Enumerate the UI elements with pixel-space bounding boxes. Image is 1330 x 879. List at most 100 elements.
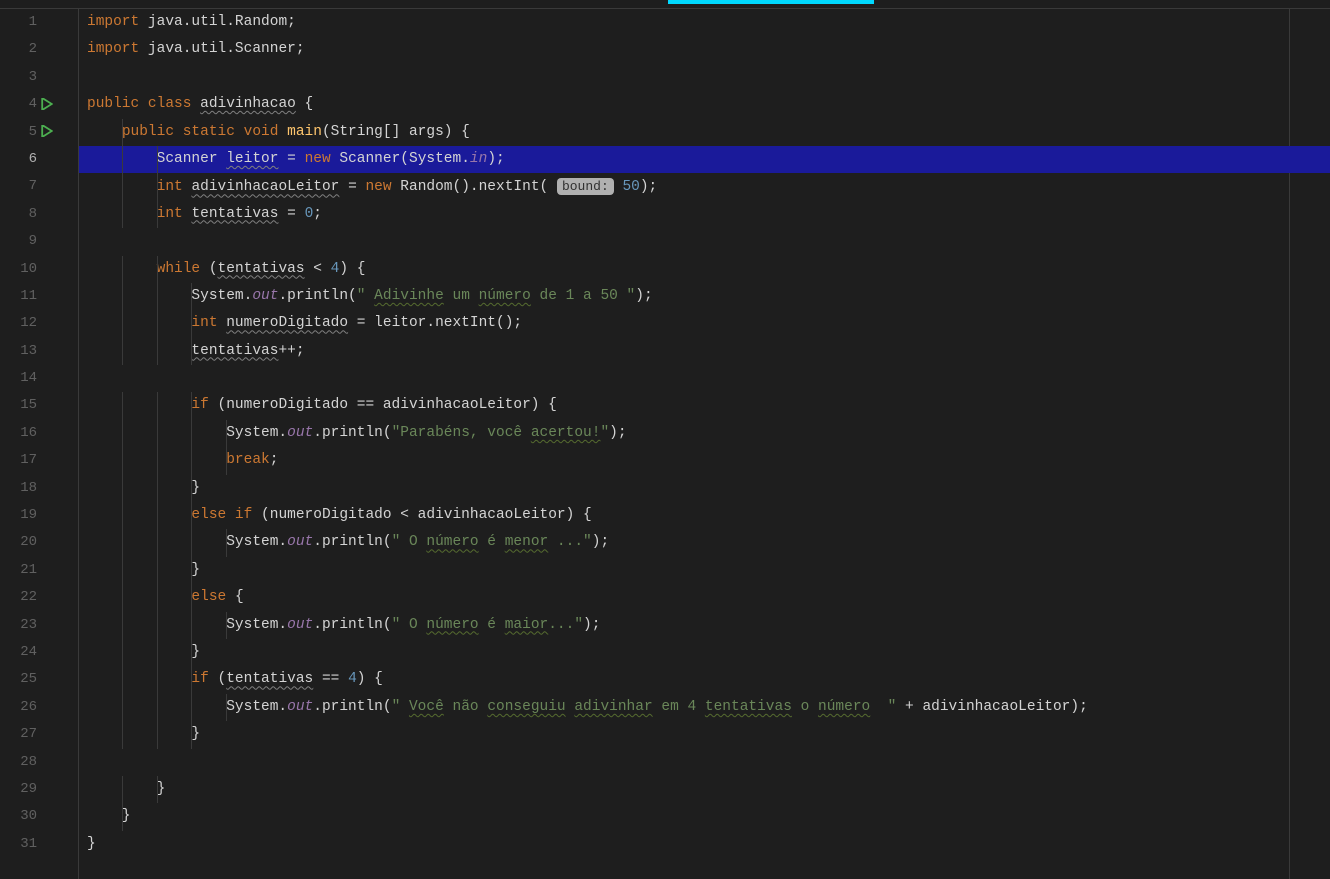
- gutter-row[interactable]: 17: [0, 447, 61, 474]
- indent-guide: [122, 283, 123, 310]
- code-token: out: [287, 534, 313, 550]
- run-gutter-icon: [41, 509, 55, 523]
- code-line[interactable]: import java.util.Scanner;: [79, 36, 1330, 63]
- gutter-row[interactable]: 2: [0, 36, 61, 63]
- code-line[interactable]: [79, 365, 1330, 392]
- code-token: <: [305, 261, 331, 277]
- gutter-row[interactable]: 6: [0, 146, 61, 173]
- gutter-row[interactable]: 11: [0, 283, 61, 310]
- gutter-row[interactable]: 28: [0, 749, 61, 776]
- indent-guide: [191, 420, 192, 447]
- code-line[interactable]: System.out.println(" O número é menor ..…: [79, 529, 1330, 556]
- code-line[interactable]: int numeroDigitado = leitor.nextInt();: [79, 310, 1330, 337]
- gutter-row[interactable]: 21: [0, 557, 61, 584]
- code-line[interactable]: }: [79, 776, 1330, 803]
- code-area[interactable]: import java.util.Random;import java.util…: [79, 9, 1330, 879]
- code-line[interactable]: break;: [79, 447, 1330, 474]
- gutter-row[interactable]: 5: [0, 119, 61, 146]
- code-line[interactable]: [79, 64, 1330, 91]
- code-line[interactable]: }: [79, 557, 1330, 584]
- code-token: tentativas: [218, 261, 305, 277]
- code-token: tentativas: [226, 671, 313, 687]
- indent-guide: [122, 639, 123, 666]
- code-line[interactable]: System.out.println(" O número é maior...…: [79, 612, 1330, 639]
- run-gutter-icon[interactable]: [41, 125, 55, 139]
- code-token: =: [339, 179, 365, 195]
- code-line[interactable]: System.out.println("Parabéns, você acert…: [79, 420, 1330, 447]
- gutter-row[interactable]: 4: [0, 91, 61, 118]
- code-line[interactable]: if (numeroDigitado == adivinhacaoLeitor)…: [79, 392, 1330, 419]
- line-number: 29: [11, 776, 37, 803]
- code-token: Você: [409, 699, 444, 715]
- gutter-row[interactable]: 31: [0, 831, 61, 858]
- gutter-row[interactable]: 27: [0, 721, 61, 748]
- code-token: .println(: [313, 534, 391, 550]
- code-line[interactable]: public class adivinhacao {: [79, 91, 1330, 118]
- code-line[interactable]: if (tentativas == 4) {: [79, 666, 1330, 693]
- code-line[interactable]: }: [79, 721, 1330, 748]
- code-line[interactable]: [79, 228, 1330, 255]
- indent-guide: [191, 447, 192, 474]
- gutter-row[interactable]: 25: [0, 666, 61, 693]
- code-line[interactable]: int adivinhacaoLeitor = new Random().nex…: [79, 173, 1330, 200]
- line-number: 18: [11, 475, 37, 502]
- gutter-row[interactable]: 13: [0, 338, 61, 365]
- code-token: while: [157, 261, 209, 277]
- gutter-row[interactable]: 26: [0, 694, 61, 721]
- gutter-row[interactable]: 15: [0, 392, 61, 419]
- gutter-row[interactable]: 23: [0, 612, 61, 639]
- indent-guide: [122, 502, 123, 529]
- indent-guide: [191, 502, 192, 529]
- indent-guide: [122, 420, 123, 447]
- gutter-row[interactable]: 24: [0, 639, 61, 666]
- run-gutter-icon: [41, 810, 55, 824]
- indent-guide: [157, 420, 158, 447]
- indent-guide: [122, 475, 123, 502]
- code-line[interactable]: System.out.println(" Adivinhe um número …: [79, 283, 1330, 310]
- code-token: public static void: [122, 124, 287, 140]
- indent-guide: [191, 529, 192, 556]
- code-line[interactable]: else if (numeroDigitado < adivinhacaoLei…: [79, 502, 1330, 529]
- run-gutter-icon: [41, 344, 55, 358]
- code-line[interactable]: while (tentativas < 4) {: [79, 256, 1330, 283]
- code-token: ==: [313, 671, 348, 687]
- gutter[interactable]: 1234567891011121314151617181920212223242…: [0, 9, 61, 879]
- code-token: }: [87, 808, 131, 824]
- code-token: main: [287, 124, 322, 140]
- gutter-row[interactable]: 7: [0, 173, 61, 200]
- gutter-row[interactable]: 16: [0, 420, 61, 447]
- gutter-row[interactable]: 1: [0, 9, 61, 36]
- code-token: out: [287, 699, 313, 715]
- gutter-row[interactable]: 10: [0, 256, 61, 283]
- code-line[interactable]: else {: [79, 584, 1330, 611]
- code-line[interactable]: }: [79, 639, 1330, 666]
- code-token: [87, 315, 191, 331]
- code-line[interactable]: }: [79, 803, 1330, 830]
- gutter-row[interactable]: 18: [0, 475, 61, 502]
- code-line[interactable]: tentativas++;: [79, 338, 1330, 365]
- run-gutter-icon: [41, 153, 55, 167]
- code-line[interactable]: public static void main(String[] args) {: [79, 119, 1330, 146]
- gutter-row[interactable]: 12: [0, 310, 61, 337]
- code-line[interactable]: import java.util.Random;: [79, 9, 1330, 36]
- code-line[interactable]: [79, 749, 1330, 776]
- gutter-row[interactable]: 3: [0, 64, 61, 91]
- line-number: 7: [11, 173, 37, 200]
- gutter-row[interactable]: 30: [0, 803, 61, 830]
- gutter-row[interactable]: 29: [0, 776, 61, 803]
- code-token: System.: [87, 617, 287, 633]
- code-line[interactable]: System.out.println(" Você não conseguiu …: [79, 694, 1330, 721]
- run-gutter-icon[interactable]: [41, 98, 55, 112]
- code-line[interactable]: Scanner leitor = new Scanner(System.in);: [79, 146, 1330, 173]
- code-line[interactable]: }: [79, 831, 1330, 858]
- run-gutter-icon: [41, 235, 55, 249]
- line-number: 28: [11, 749, 37, 776]
- gutter-row[interactable]: 22: [0, 584, 61, 611]
- code-line[interactable]: }: [79, 475, 1330, 502]
- gutter-row[interactable]: 8: [0, 201, 61, 228]
- gutter-row[interactable]: 19: [0, 502, 61, 529]
- gutter-row[interactable]: 14: [0, 365, 61, 392]
- code-line[interactable]: int tentativas = 0;: [79, 201, 1330, 228]
- gutter-row[interactable]: 9: [0, 228, 61, 255]
- gutter-row[interactable]: 20: [0, 529, 61, 556]
